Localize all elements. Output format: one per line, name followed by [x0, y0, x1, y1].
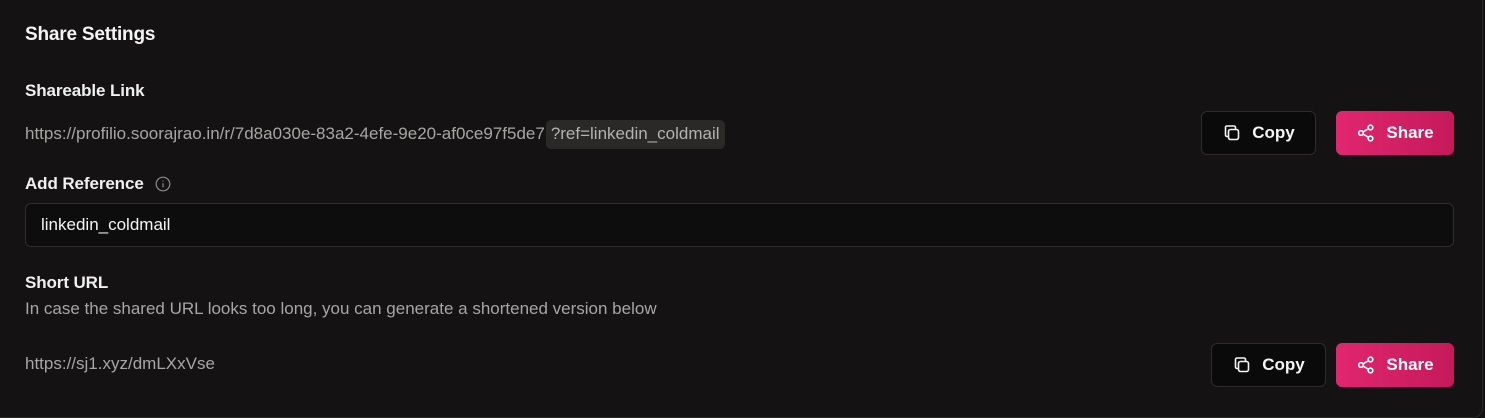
add-reference-label: Add Reference	[25, 174, 144, 193]
copy-button-label: Copy	[1262, 355, 1305, 374]
copy-icon	[1232, 355, 1252, 375]
add-reference-header: Add Reference	[25, 174, 171, 194]
share-button-label: Share	[1386, 355, 1434, 374]
reference-input[interactable]	[25, 203, 1454, 247]
copy-button-label: Copy	[1252, 123, 1295, 142]
share-short-url-button[interactable]: Share	[1336, 343, 1454, 387]
share-icon	[1356, 355, 1376, 375]
share-link-button[interactable]: Share	[1336, 111, 1454, 155]
shareable-link[interactable]: https://profilio.soorajrao.in/r/7d8a030e…	[25, 119, 725, 149]
short-url-value[interactable]: https://sj1.xyz/dmLXxVse	[25, 354, 215, 374]
info-icon[interactable]	[155, 176, 171, 192]
short-url-label: Short URL	[25, 273, 109, 292]
copy-link-button[interactable]: Copy	[1201, 111, 1316, 155]
share-settings-panel: Share Settings Shareable Link https://pr…	[0, 0, 1483, 418]
section-title: Share Settings	[25, 24, 156, 45]
copy-short-url-button[interactable]: Copy	[1211, 343, 1326, 387]
shareable-link-base-url: https://profilio.soorajrao.in/r/7d8a030e…	[25, 124, 545, 143]
copy-icon	[1222, 123, 1242, 143]
shareable-link-label: Shareable Link	[25, 81, 145, 100]
ref-query-chip: ?ref=linkedin_coldmail	[545, 119, 725, 149]
short-url-description: In case the shared URL looks too long, y…	[25, 299, 657, 318]
share-icon	[1356, 123, 1376, 143]
share-button-label: Share	[1386, 123, 1434, 142]
